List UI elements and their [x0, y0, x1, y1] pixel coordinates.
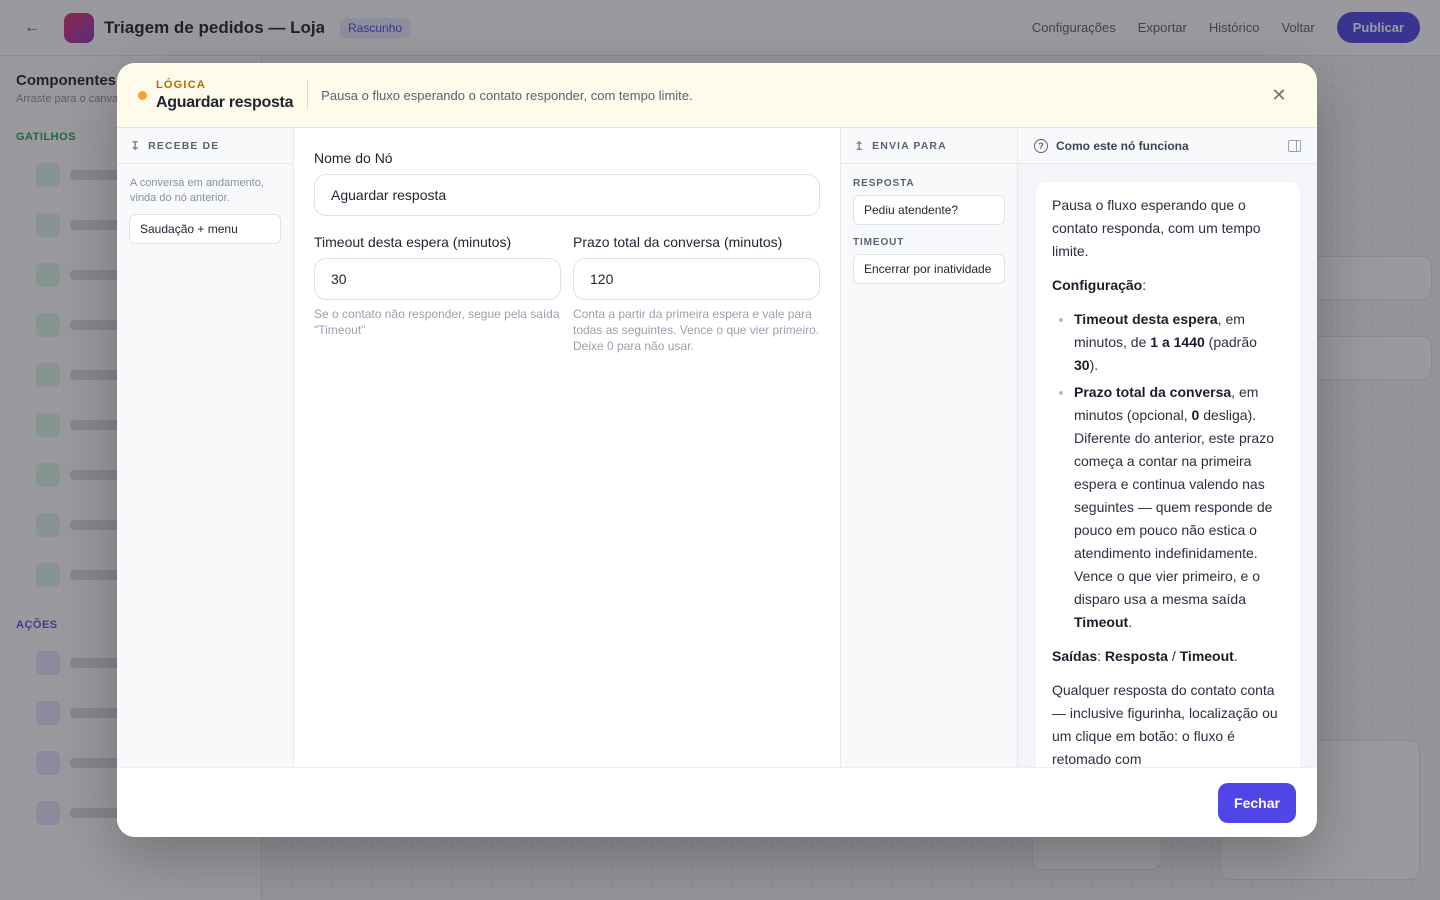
help-closing: Qualquer resposta do contato conta — inc…	[1052, 682, 1278, 767]
help-intro: Pausa o fluxo esperando que o contato re…	[1052, 197, 1261, 259]
help-outputs-sep: /	[1167, 648, 1180, 664]
help-outputs-dot: .	[1233, 648, 1238, 664]
timeout-help: Se o contato não responder, segue pela s…	[314, 307, 560, 337]
incoming-header: ↧ RECEBE DE	[117, 128, 293, 164]
help-item2-text-b: desliga). Diferente do anterior, este pr…	[1074, 407, 1275, 607]
header-divider	[307, 81, 309, 109]
incoming-note: A conversa em andamento, vinda do nó ant…	[130, 177, 264, 204]
help-question-icon: ?	[1034, 138, 1048, 153]
help-outputs-response: Resposta	[1104, 648, 1168, 664]
output-target-response[interactable]: Pediu atendente?	[853, 195, 1005, 225]
help-header: ? Como este nó funciona	[1018, 128, 1317, 164]
help-content: Pausa o fluxo esperando que o contato re…	[1036, 182, 1300, 802]
help-outputs-timeout: Timeout	[1179, 648, 1234, 664]
download-arrow-icon: ↧	[130, 138, 142, 153]
help-config-title: Configuração:	[1052, 274, 1284, 297]
close-button[interactable]: Fechar	[1218, 783, 1296, 823]
timeout-field: Timeout desta espera (minutos) Se o cont…	[314, 234, 561, 354]
help-outputs-colon: :	[1097, 648, 1105, 664]
node-category: LÓGICA	[156, 78, 206, 91]
help-item1-bold: Timeout desta espera	[1074, 311, 1218, 327]
incoming-source-node[interactable]: Saudação + menu	[129, 214, 281, 244]
upload-arrow-icon: ↥	[854, 138, 866, 153]
close-icon[interactable]: ✕	[1267, 83, 1291, 107]
output-label-timeout: TIMEOUT	[853, 237, 905, 248]
help-item1-range: 1 a 1440	[1150, 334, 1205, 350]
outgoing-header: ↥ ENVIA PARA	[841, 128, 1017, 164]
timeouts-row: Timeout desta espera (minutos) Se o cont…	[314, 234, 820, 354]
timeout-input[interactable]	[314, 258, 561, 300]
node-form: Nome do Nó Timeout desta espera (minutos…	[294, 128, 841, 767]
deadline-label: Prazo total da conversa (minutos)	[573, 234, 783, 250]
output-target-timeout[interactable]: Encerrar por inatividade	[853, 254, 1005, 284]
incoming-heading: RECEBE DE	[148, 139, 220, 152]
help-item2-timeout: Timeout	[1074, 614, 1129, 630]
node-type-dot-icon	[138, 90, 147, 100]
help-config-item-timeout: Timeout desta espera, em minutos, de 1 a…	[1074, 308, 1284, 377]
help-heading: Como este nó funciona	[1056, 138, 1189, 153]
help-config-item-deadline: Prazo total da conversa, em minutos (opc…	[1074, 381, 1284, 634]
help-panel: ? Como este nó funciona Pausa o fluxo es…	[1018, 128, 1317, 802]
outgoing-panel: ↥ ENVIA PARA RESPOSTA Pediu atendente? T…	[841, 128, 1018, 767]
help-item2-text-c: .	[1128, 614, 1133, 630]
outgoing-heading: ENVIA PARA	[872, 139, 947, 152]
modal-header: LÓGICA Aguardar resposta Pausa o fluxo e…	[117, 63, 1317, 128]
output-label-response: RESPOSTA	[853, 178, 915, 189]
modal-footer: Fechar	[117, 767, 1317, 837]
incoming-panel: ↧ RECEBE DE A conversa em andamento, vin…	[117, 128, 294, 767]
help-item1-text-b: (padrão	[1204, 334, 1257, 350]
help-item1-text-c: ).	[1089, 357, 1099, 373]
help-outputs-title: Saídas	[1052, 648, 1098, 664]
modal-title: Aguardar resposta	[156, 93, 294, 111]
help-item1-default: 30	[1074, 357, 1090, 373]
modal-title-group: LÓGICA Aguardar resposta	[156, 79, 293, 112]
help-config-colon: :	[1142, 277, 1147, 293]
node-name-label: Nome do Nó	[314, 150, 393, 166]
deadline-field: Prazo total da conversa (minutos) Conta …	[573, 234, 820, 354]
help-config-title-text: Configuração	[1052, 277, 1143, 293]
timeout-label: Timeout desta espera (minutos)	[314, 234, 512, 250]
node-name-input[interactable]	[314, 174, 820, 216]
help-item2-bold: Prazo total da conversa	[1074, 384, 1232, 400]
help-outputs: Saídas: Resposta / Timeout.	[1052, 645, 1284, 668]
modal-description: Pausa o fluxo esperando o contato respon…	[321, 87, 693, 103]
deadline-input[interactable]	[573, 258, 820, 300]
node-config-modal: LÓGICA Aguardar resposta Pausa o fluxo e…	[117, 63, 1317, 837]
modal-body: ↧ RECEBE DE A conversa em andamento, vin…	[117, 128, 1317, 802]
collapse-panel-icon[interactable]	[1288, 139, 1301, 152]
help-config-list: Timeout desta espera, em minutos, de 1 a…	[1052, 308, 1284, 634]
deadline-help: Conta a partir da primeira espera e vale…	[573, 307, 820, 353]
